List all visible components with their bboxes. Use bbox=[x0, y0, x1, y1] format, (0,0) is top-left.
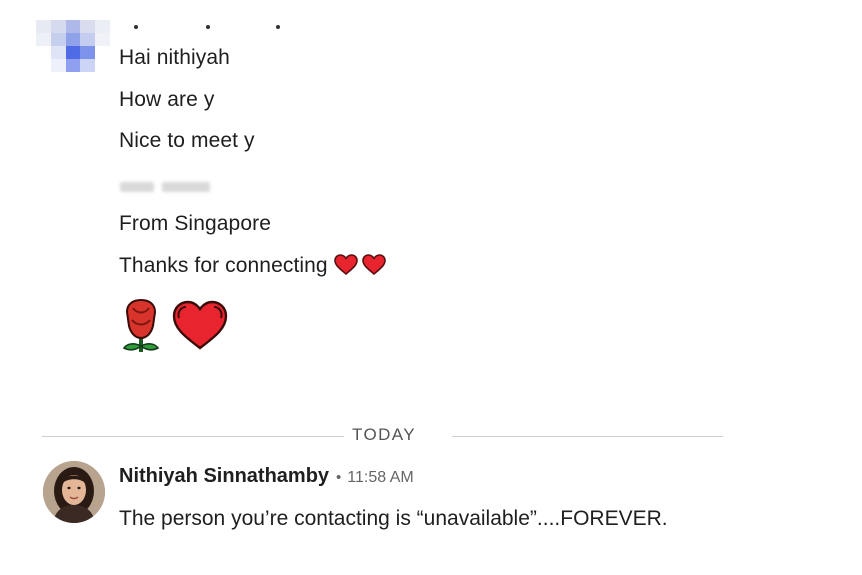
heart-emoji-icon bbox=[361, 253, 386, 284]
timestamp: 11:58 AM bbox=[347, 469, 414, 486]
avatar[interactable] bbox=[43, 461, 105, 523]
separator-dot: • bbox=[336, 469, 342, 486]
date-divider: TODAY bbox=[42, 422, 723, 448]
divider-line-left bbox=[42, 436, 344, 437]
message-line-thanks: Thanks for connecting bbox=[119, 252, 386, 280]
emoji-message bbox=[119, 298, 229, 358]
rose-emoji-icon bbox=[119, 298, 163, 361]
message-text: The person you’re contacting is “unavail… bbox=[119, 507, 668, 530]
message-line: Hai nithiyah bbox=[119, 46, 230, 69]
message-group: Hai nithiyah How are y Nice to meet y Fr… bbox=[119, 44, 386, 293]
sender-name[interactable]: Nithiyah Sinnathamby bbox=[119, 465, 329, 488]
thanks-text: Thanks for connecting bbox=[119, 253, 328, 277]
heart-emoji-icon bbox=[171, 298, 229, 357]
divider-line-right bbox=[452, 436, 723, 437]
message-line: Nice to meet y bbox=[119, 129, 255, 152]
message-header: Nithiyah Sinnathamby • 11:58 AM bbox=[119, 465, 414, 491]
message-line: From Singapore bbox=[119, 212, 271, 235]
message-line: How are y bbox=[119, 87, 215, 111]
redacted-text bbox=[118, 178, 210, 196]
heart-emoji-icon bbox=[333, 253, 358, 284]
sender-avatar-blurred[interactable] bbox=[36, 20, 110, 72]
sender-name-cropped bbox=[118, 12, 286, 32]
date-divider-label: TODAY bbox=[352, 425, 416, 444]
